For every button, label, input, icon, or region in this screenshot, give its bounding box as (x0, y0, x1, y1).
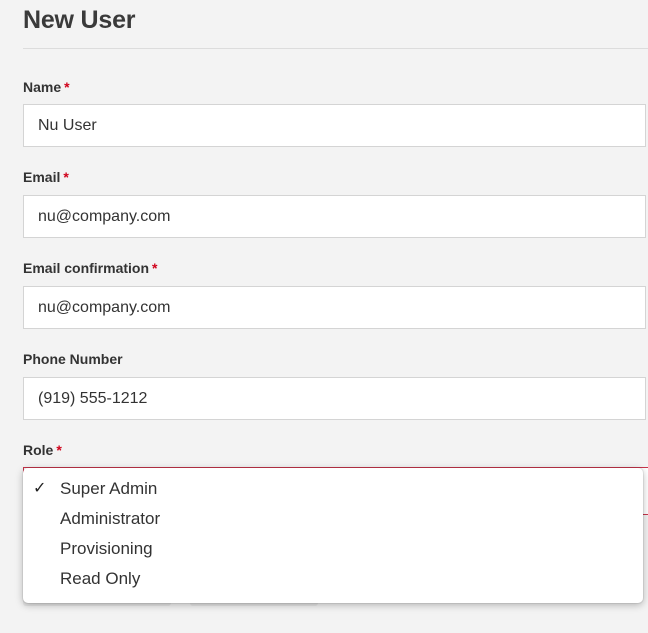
role-dropdown-menu: ✓ Super Admin Administrator Provisioning… (23, 468, 643, 603)
phone-label-text: Phone Number (23, 351, 123, 367)
email-confirmation-input[interactable]: nu@company.com (23, 286, 646, 329)
email-confirmation-label-text: Email confirmation (23, 260, 150, 276)
email-confirmation-label: Email confirmation * (23, 260, 157, 276)
name-input[interactable]: Nu User (23, 104, 646, 147)
phone-label: Phone Number (23, 351, 123, 367)
title-divider (23, 48, 648, 49)
required-marker: * (56, 442, 62, 458)
required-marker: * (63, 169, 69, 185)
phone-input[interactable]: (919) 555-1212 (23, 377, 646, 420)
page-title: New User (23, 6, 136, 34)
new-user-page: New User Name * Nu User Email * nu@company… (0, 0, 648, 633)
name-label-text: Name (23, 79, 62, 95)
role-option-administrator[interactable]: Administrator (23, 504, 643, 534)
role-option-label: Super Admin (60, 479, 158, 498)
role-option-label: Read Only (60, 569, 141, 588)
role-option-label: Provisioning (60, 539, 153, 558)
role-option-read-only[interactable]: Read Only (23, 564, 643, 594)
role-label: Role * (23, 442, 62, 458)
role-label-text: Role (23, 442, 54, 458)
required-marker: * (64, 79, 70, 95)
role-option-super-admin[interactable]: ✓ Super Admin (23, 474, 643, 504)
email-input[interactable]: nu@company.com (23, 195, 646, 238)
required-marker: * (152, 260, 158, 276)
name-label: Name * (23, 79, 70, 95)
role-option-label: Administrator (60, 509, 161, 528)
email-label-text: Email (23, 169, 61, 185)
role-option-provisioning[interactable]: Provisioning (23, 534, 643, 564)
email-label: Email * (23, 169, 69, 185)
checkmark-icon: ✓ (33, 480, 47, 497)
